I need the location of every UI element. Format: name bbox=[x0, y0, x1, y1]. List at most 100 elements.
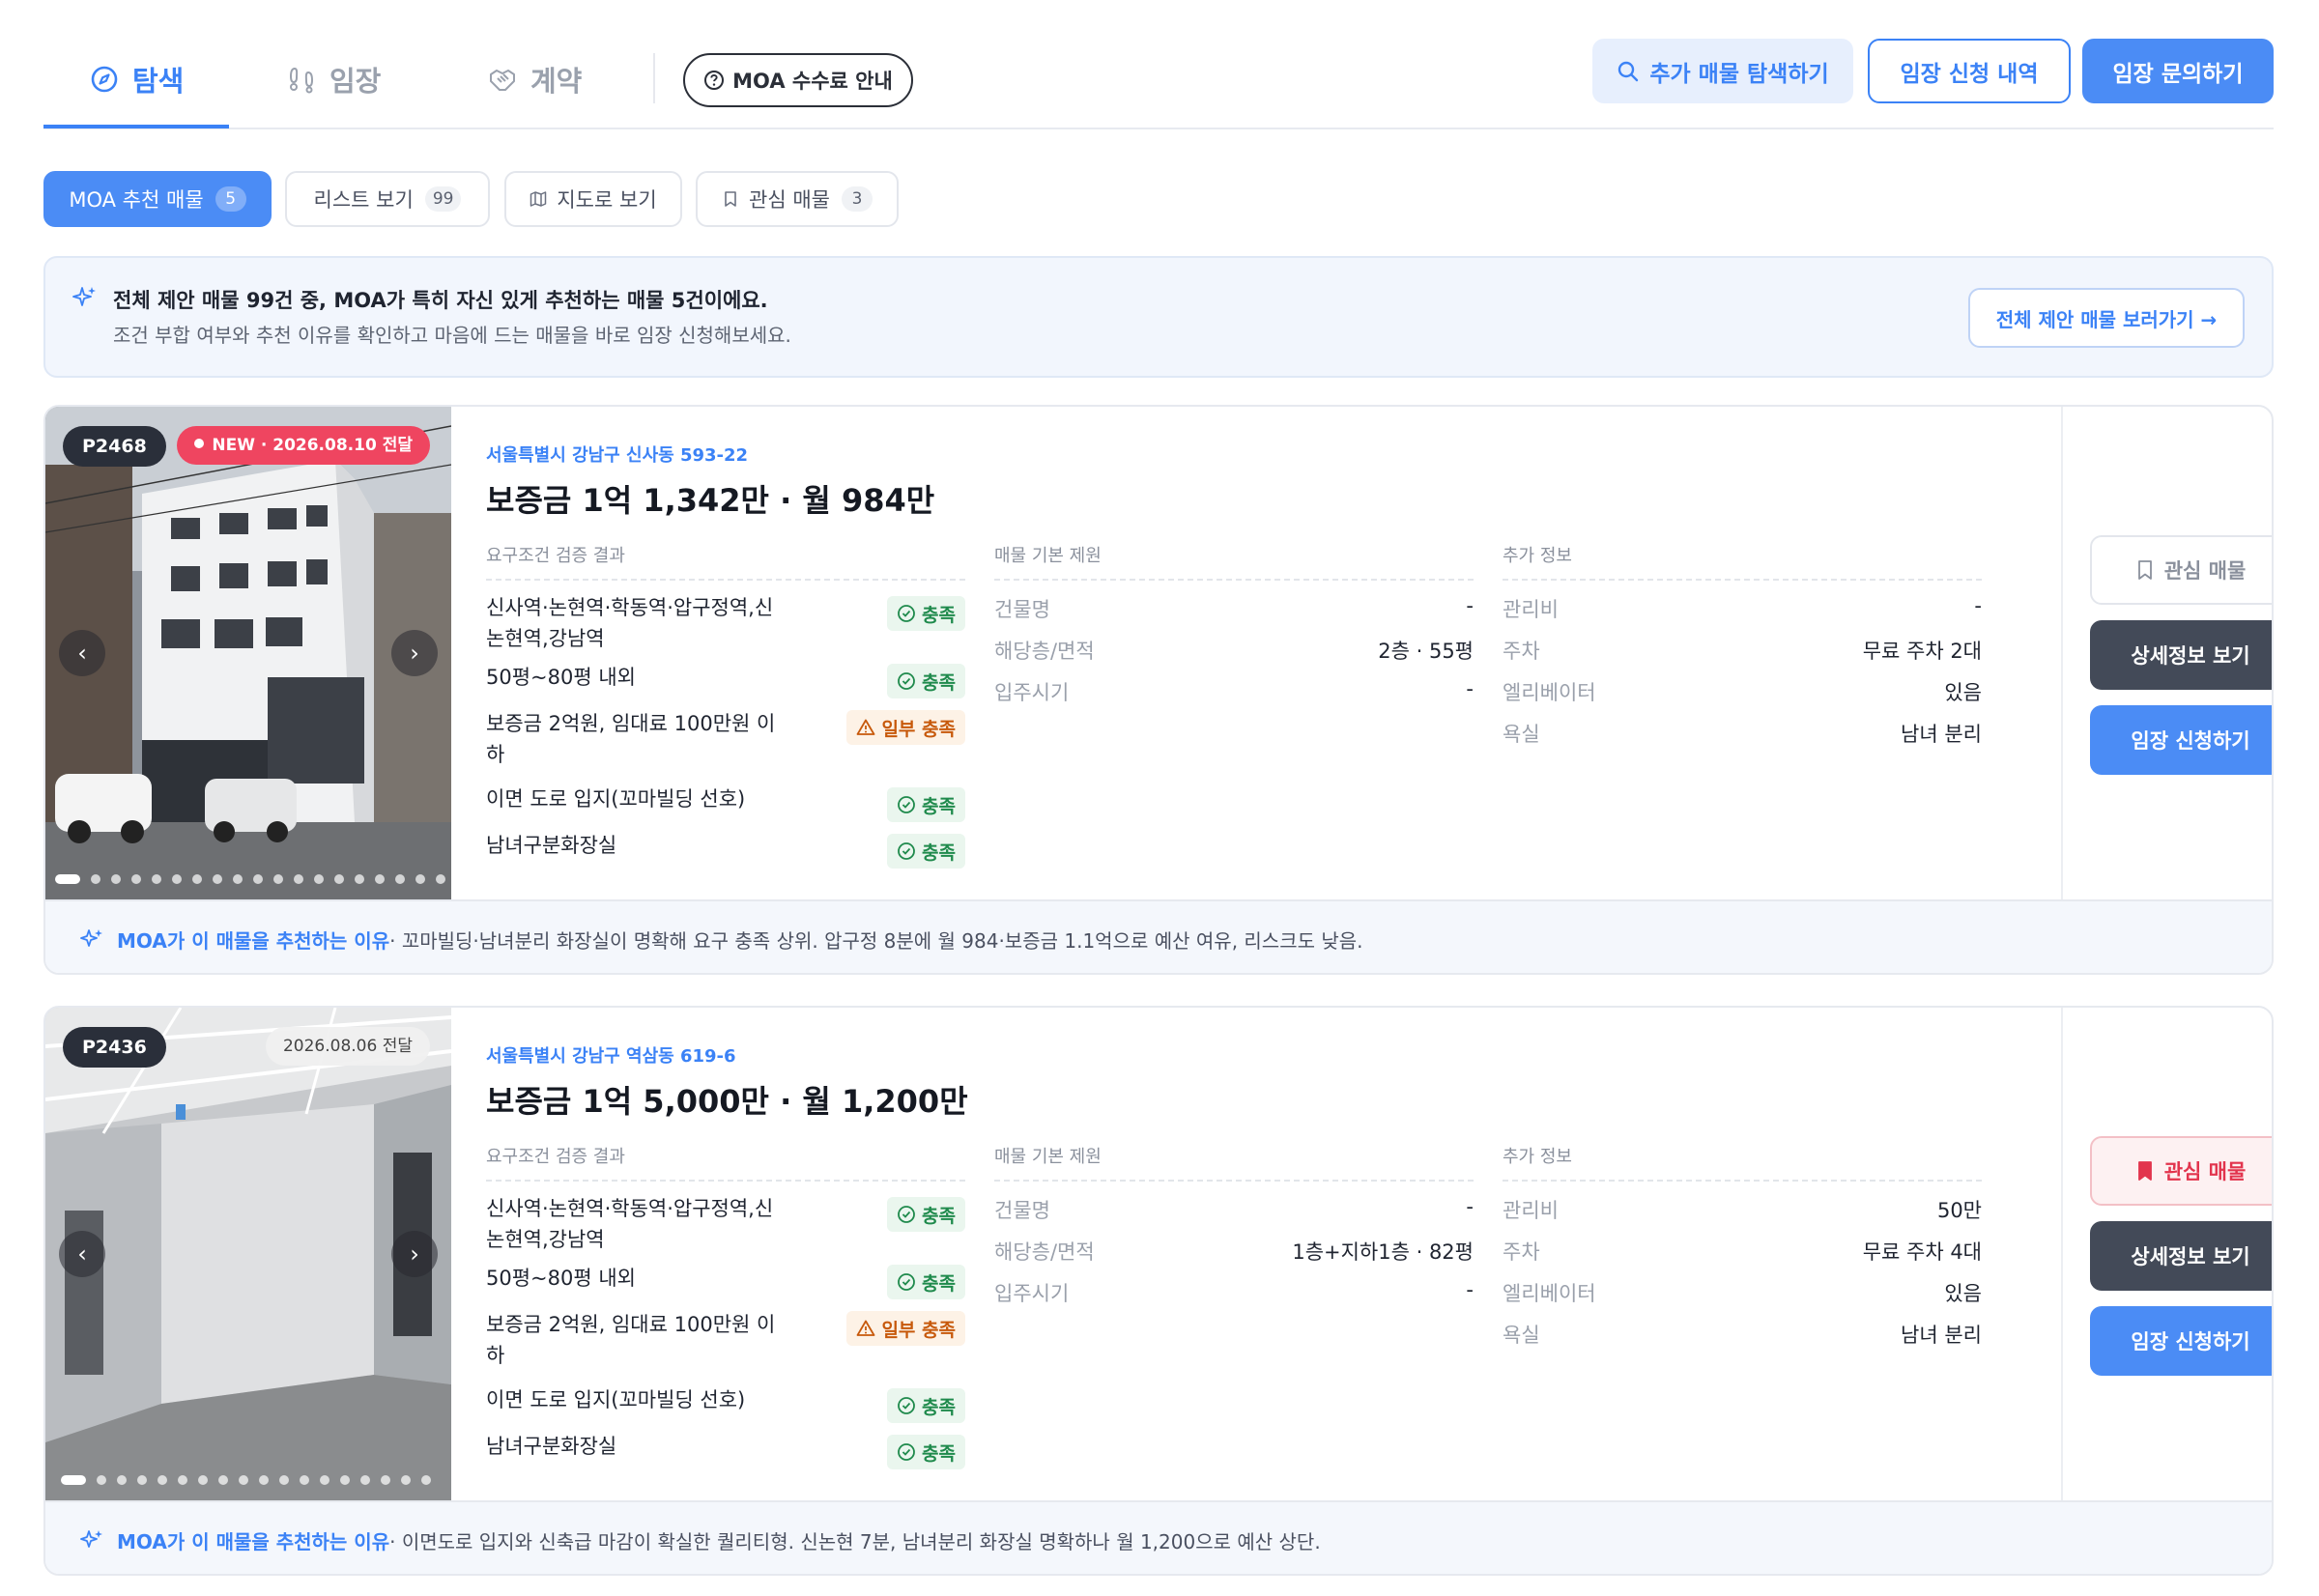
status-text: 충족 bbox=[922, 795, 956, 817]
info-key: 엘리베이터 bbox=[1503, 1282, 1596, 1305]
search-more-label: 추가 매물 탐색하기 bbox=[1649, 61, 1829, 87]
favorite-label: 관심 매물 bbox=[2163, 559, 2247, 583]
tab-contract[interactable]: 계약 bbox=[488, 54, 582, 104]
basic-spec-section: 매물 기본 제원 건물명 - 해당층/면적 1층+지하1층 · 82평 입주시기 - bbox=[994, 1143, 1474, 1312]
visit-history-label: 임장 신청 내역 bbox=[1900, 61, 2039, 87]
check-circle-icon bbox=[898, 1443, 915, 1461]
requirement-row: 이면 도로 입지(꼬마빌딩 선호) 충족 bbox=[486, 1382, 965, 1429]
requirement-text: 이면 도로 입지(꼬마빌딩 선호) bbox=[486, 787, 746, 811]
listing-photo[interactable]: P2468 NEW · 2026.08.10 전달 ‹ › bbox=[45, 407, 451, 899]
apply-visit-button[interactable]: 임장 신청하기 bbox=[2090, 705, 2272, 775]
requirement-text: 신사역·논현역·학동역·압구정역,신논현역,강남역 bbox=[486, 1197, 774, 1251]
bookmark-filled-icon bbox=[2137, 1161, 2152, 1181]
prev-photo-button[interactable]: ‹ bbox=[59, 1231, 105, 1277]
view-details-button[interactable]: 상세정보 보기 bbox=[2090, 620, 2272, 690]
requirement-row: 50평~80평 내외 충족 bbox=[486, 656, 965, 702]
basic-spec-section: 매물 기본 제원 건물명 - 해당층/면적 2층 · 55평 입주시기 - bbox=[994, 542, 1474, 711]
info-value: 남녀 분리 bbox=[1901, 1324, 1982, 1347]
filter-map-label: 지도로 보기 bbox=[557, 188, 657, 212]
filter-map[interactable]: 지도로 보기 bbox=[504, 171, 682, 227]
requirement-row: 이면 도로 입지(꼬마빌딩 선호) 충족 bbox=[486, 782, 965, 828]
check-circle-icon bbox=[898, 605, 915, 622]
check-circle-icon bbox=[898, 672, 915, 690]
listing-body: 서울특별시 강남구 역삼동 619-6 보증금 1억 5,000만 · 월 1,… bbox=[451, 1008, 2061, 1500]
spec-row: 건물명 - bbox=[994, 586, 1474, 628]
status-badge: 충족 bbox=[887, 596, 965, 631]
page: 탐색 임장 계약 MOA 수수료 안내 추가 매물 탐색하기 임장 신청 내역 … bbox=[43, 0, 2274, 1596]
next-photo-button[interactable]: › bbox=[391, 630, 438, 676]
spec-value: 1층+지하1층 · 82평 bbox=[1292, 1240, 1474, 1264]
check-circle-icon bbox=[898, 1206, 915, 1223]
nav-divider bbox=[653, 53, 655, 103]
info-key: 관리비 bbox=[1503, 1199, 1559, 1222]
check-circle-icon bbox=[898, 1273, 915, 1291]
tab-explore-label: 탐색 bbox=[132, 65, 185, 98]
spec-value: - bbox=[1466, 677, 1474, 700]
filter-recommended-label: MOA 추천 매물 bbox=[69, 188, 204, 212]
chevron-left-icon: ‹ bbox=[77, 640, 87, 667]
new-dot bbox=[194, 439, 205, 448]
reason-text: · 이면도로 입지와 신축급 마감이 확실한 퀄리티형. 신논현 7분, 남녀분… bbox=[389, 1529, 1321, 1553]
status-badge: 충족 bbox=[887, 834, 965, 869]
info-value: 남녀 분리 bbox=[1901, 723, 1982, 746]
bookmark-icon bbox=[2137, 560, 2152, 580]
handshake-icon bbox=[490, 70, 515, 91]
status-badge: 충족 bbox=[887, 1265, 965, 1299]
requirement-text: 신사역·논현역·학동역·압구정역,신논현역,강남역 bbox=[486, 596, 774, 650]
spec-value: - bbox=[1466, 1278, 1474, 1301]
fee-guide-button[interactable]: MOA 수수료 안내 bbox=[683, 53, 913, 107]
status-badge: 일부 충족 bbox=[846, 710, 965, 745]
status-badge: 충족 bbox=[887, 1388, 965, 1423]
requirement-row: 보증금 2억원, 임대료 100만원 이하 일부 충족 bbox=[486, 702, 965, 782]
requirement-row: 신사역·논현역·학동역·압구정역,신논현역,강남역 충족 bbox=[486, 581, 965, 656]
info-row: 관리비 50만 bbox=[1503, 1187, 1982, 1229]
listing-actions: 관심 매물 상세정보 보기 임장 신청하기 bbox=[2061, 1008, 2272, 1500]
tab-visit-label: 임장 bbox=[329, 65, 382, 98]
favorite-button[interactable]: 관심 매물 bbox=[2090, 535, 2272, 605]
sparkle-icon bbox=[80, 929, 102, 947]
prev-photo-button[interactable]: ‹ bbox=[59, 630, 105, 676]
check-circle-icon bbox=[898, 1397, 915, 1414]
info-row: 엘리베이터 있음 bbox=[1503, 670, 1982, 711]
filter-favorites-label: 관심 매물 bbox=[749, 188, 830, 212]
fee-guide-label: MOA 수수료 안내 bbox=[732, 70, 893, 93]
filter-list[interactable]: 리스트 보기 99 bbox=[285, 171, 490, 227]
spec-key: 해당층/면적 bbox=[994, 640, 1095, 663]
banner-title: 전체 제안 매물 99건 중, MOA가 특히 자신 있게 추천하는 매물 5건… bbox=[113, 289, 768, 312]
check-circle-icon bbox=[898, 796, 915, 813]
status-text: 충족 bbox=[922, 841, 956, 864]
view-all-listings-button[interactable]: 전체 제안 매물 보러가기 → bbox=[1968, 288, 2245, 348]
status-badge: 충족 bbox=[887, 1435, 965, 1469]
requirement-text: 50평~80평 내외 bbox=[486, 1267, 636, 1290]
info-value: 무료 주차 2대 bbox=[1862, 640, 1982, 663]
filter-recommended[interactable]: MOA 추천 매물 5 bbox=[43, 171, 272, 227]
visit-history-button[interactable]: 임장 신청 내역 bbox=[1868, 39, 2071, 103]
filter-favorites[interactable]: 관심 매물 3 bbox=[696, 171, 899, 227]
listing-price: 보증금 1억 1,342만 · 월 984만 bbox=[486, 482, 935, 519]
info-value: 있음 bbox=[1944, 1282, 1982, 1305]
listing-card: P2468 NEW · 2026.08.10 전달 ‹ › 서울특별시 강남구 … bbox=[43, 405, 2274, 975]
tab-explore[interactable]: 탐색 bbox=[90, 54, 184, 104]
info-row: 엘리베이터 있음 bbox=[1503, 1270, 1982, 1312]
reason-label: MOA가 이 매물을 추천하는 이유 bbox=[117, 928, 390, 953]
search-more-button[interactable]: 추가 매물 탐색하기 bbox=[1592, 39, 1853, 103]
requirement-text: 이면 도로 입지(꼬마빌딩 선호) bbox=[486, 1388, 746, 1411]
compass-icon bbox=[91, 66, 118, 93]
listing-actions: 관심 매물 상세정보 보기 임장 신청하기 bbox=[2061, 407, 2272, 899]
recommendation-reason: MOA가 이 매물을 추천하는 이유 · 꼬마빌딩·남녀분리 화장실이 명확해 … bbox=[45, 899, 2272, 973]
view-details-button[interactable]: 상세정보 보기 bbox=[2090, 1221, 2272, 1291]
photo-pagination[interactable] bbox=[55, 872, 451, 886]
spec-row: 입주시기 - bbox=[994, 1270, 1474, 1312]
next-photo-button[interactable]: › bbox=[391, 1231, 438, 1277]
tab-visit[interactable]: 임장 bbox=[287, 54, 381, 104]
apply-visit-button[interactable]: 임장 신청하기 bbox=[2090, 1306, 2272, 1376]
info-key: 엘리베이터 bbox=[1503, 681, 1596, 704]
spec-key: 입주시기 bbox=[994, 1282, 1070, 1305]
visit-inquiry-button[interactable]: 임장 문의하기 bbox=[2082, 39, 2274, 103]
recommendation-banner: 전체 제안 매물 99건 중, MOA가 특히 자신 있게 추천하는 매물 5건… bbox=[43, 256, 2274, 378]
listing-photo[interactable]: P2436 2026.08.06 전달 ‹ › bbox=[45, 1008, 451, 1500]
favorite-button[interactable]: 관심 매물 bbox=[2090, 1136, 2272, 1206]
photo-pagination[interactable] bbox=[61, 1473, 442, 1487]
extra-info-section: 추가 정보 관리비 - 주차 무료 주차 2대 엘리베이터 있음 욕실 남녀 분리 bbox=[1503, 542, 1982, 753]
reason-label: MOA가 이 매물을 추천하는 이유 bbox=[117, 1529, 390, 1553]
